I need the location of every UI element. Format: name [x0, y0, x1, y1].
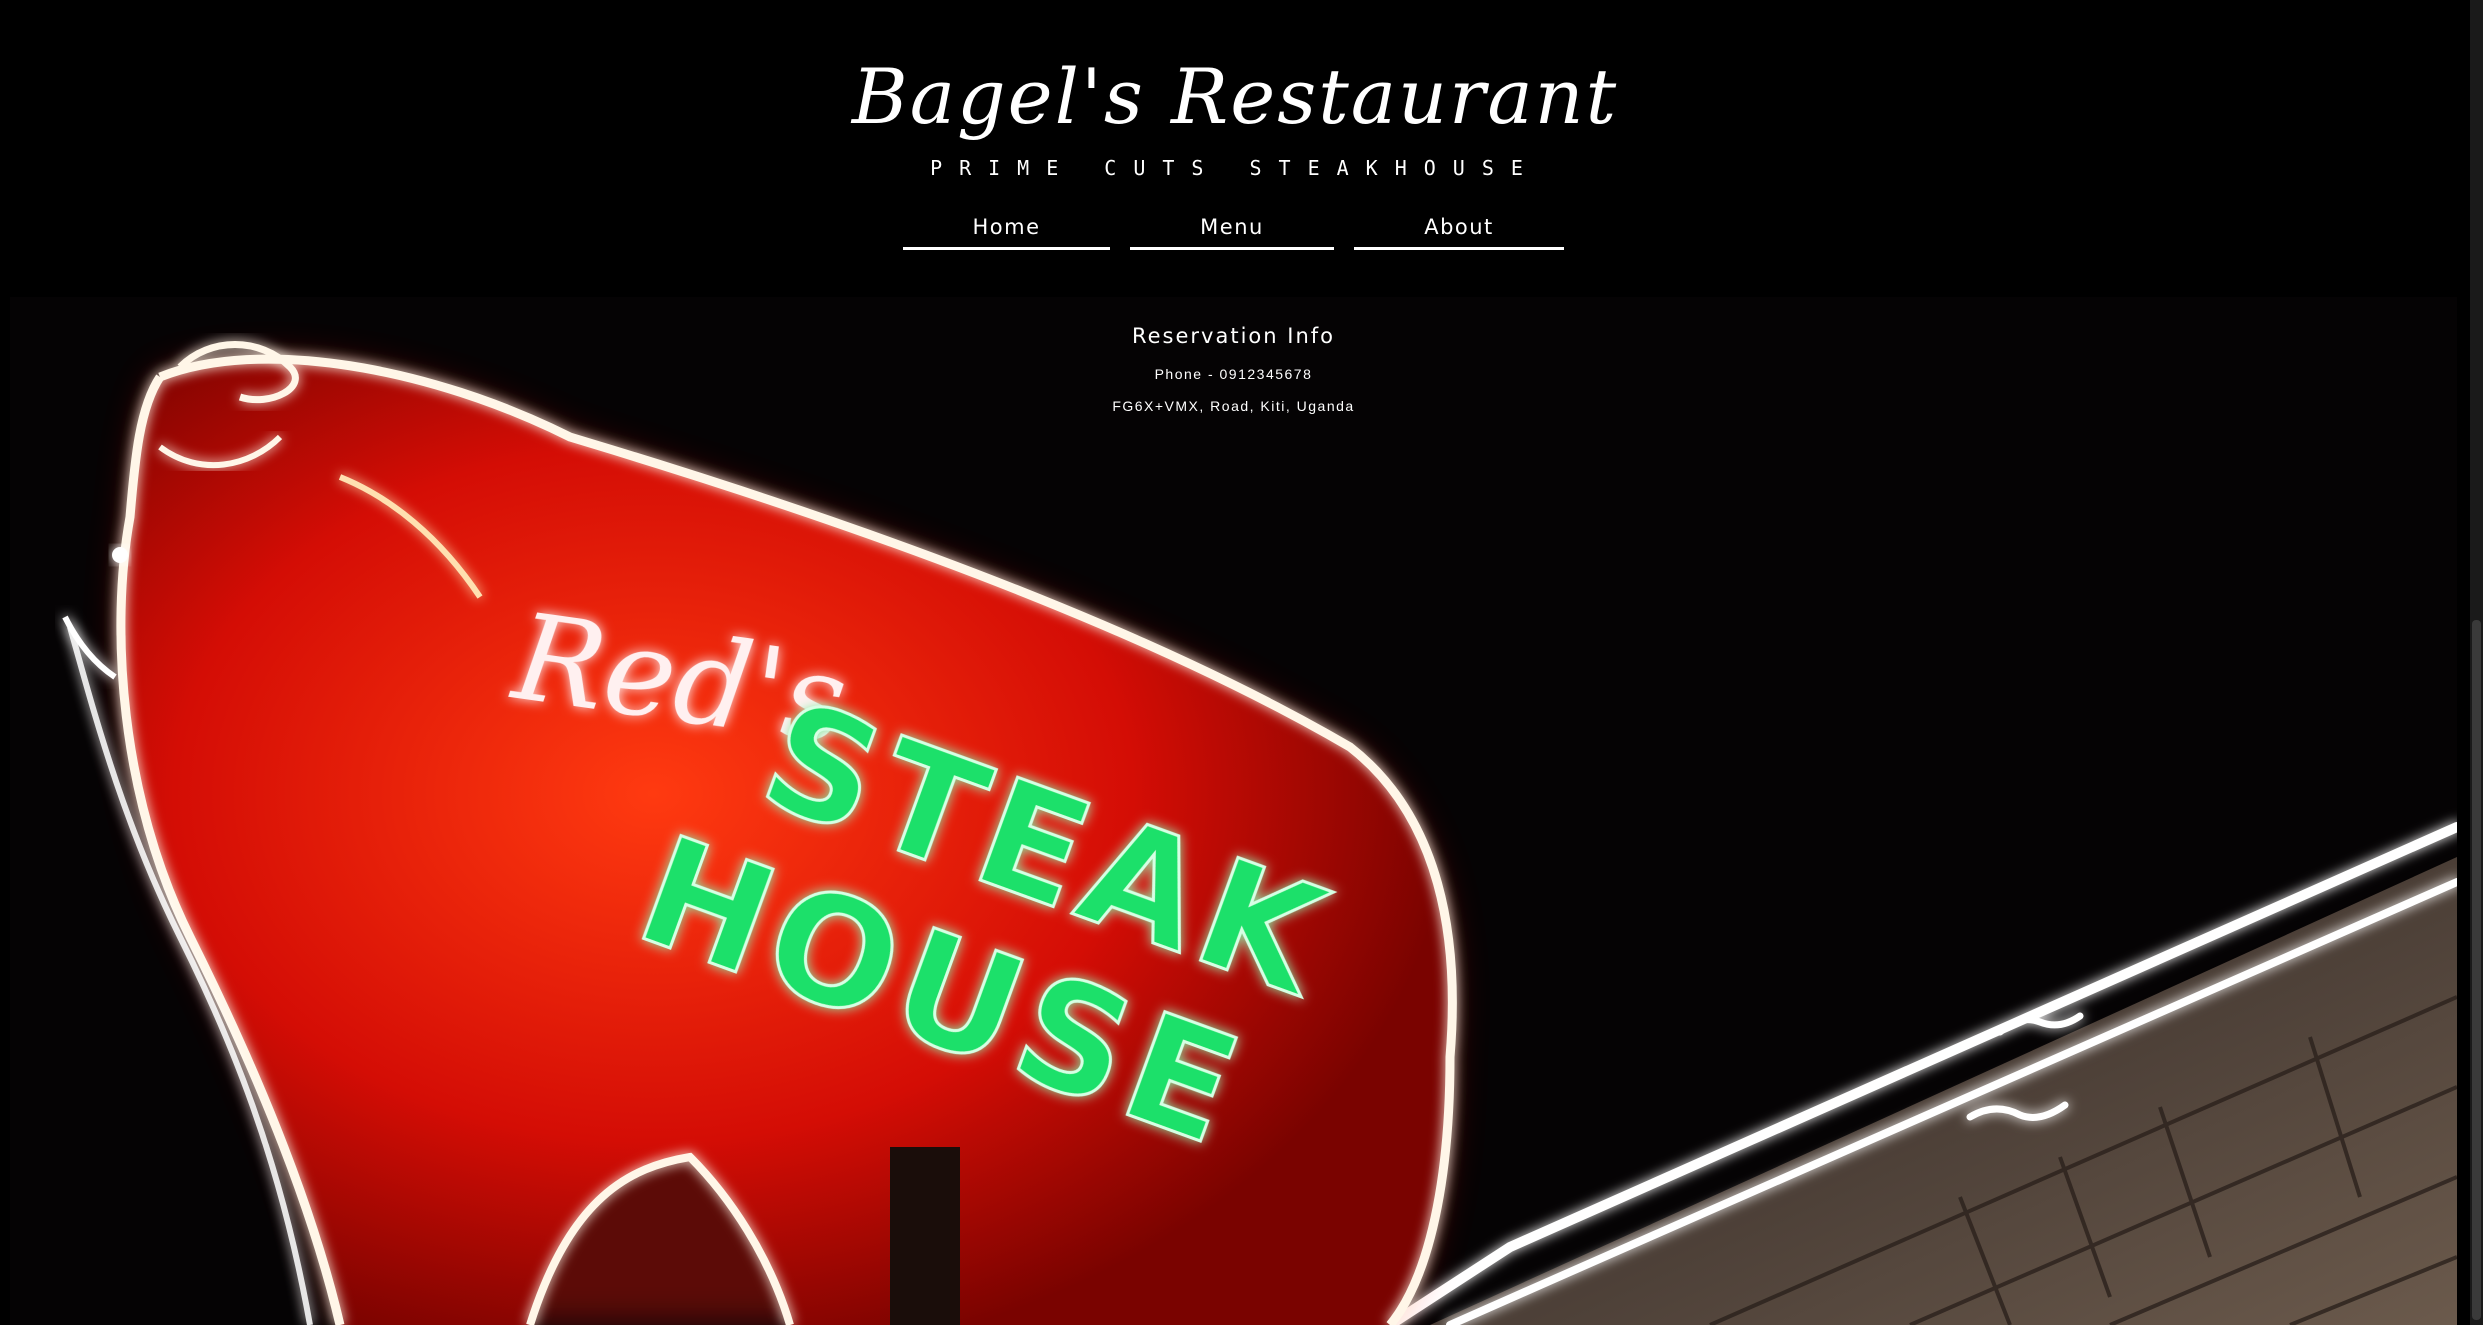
roof-brick-shape: [1430, 857, 2457, 1325]
nav-home-link[interactable]: Home: [903, 207, 1110, 250]
hero-neon-sign-image: Red's STEAK HOUSE Reservation Info Phone…: [10, 297, 2457, 1325]
nav-about-link[interactable]: About: [1354, 207, 1564, 250]
sign-pole: [890, 1147, 960, 1325]
main-nav: Home Menu About: [0, 207, 2470, 251]
scrollbar-thumb[interactable]: [2472, 620, 2481, 1320]
site-header: Bagel's Restaurant PRIME CUTS STEAKHOUSE…: [0, 0, 2470, 297]
neon-steakhouse-sign-graphic: Red's STEAK HOUSE: [62, 341, 2457, 1325]
nav-menu-link[interactable]: Menu: [1130, 207, 1334, 250]
reservation-info: Reservation Info Phone - 0912345678 FG6X…: [10, 321, 2457, 415]
reservation-address: FG6X+VMX, Road, Kiti, Uganda: [1112, 398, 1355, 414]
reservation-title: Reservation Info: [1131, 324, 1335, 348]
reservation-phone: Phone - 0912345678: [1154, 366, 1313, 382]
site-tagline: PRIME CUTS STEAKHOUSE: [930, 156, 1540, 180]
site-title[interactable]: Bagel's Restaurant: [0, 42, 2470, 152]
page: Bagel's Restaurant PRIME CUTS STEAKHOUSE…: [0, 0, 2483, 1325]
page-scrollbar[interactable]: [2470, 0, 2483, 1325]
